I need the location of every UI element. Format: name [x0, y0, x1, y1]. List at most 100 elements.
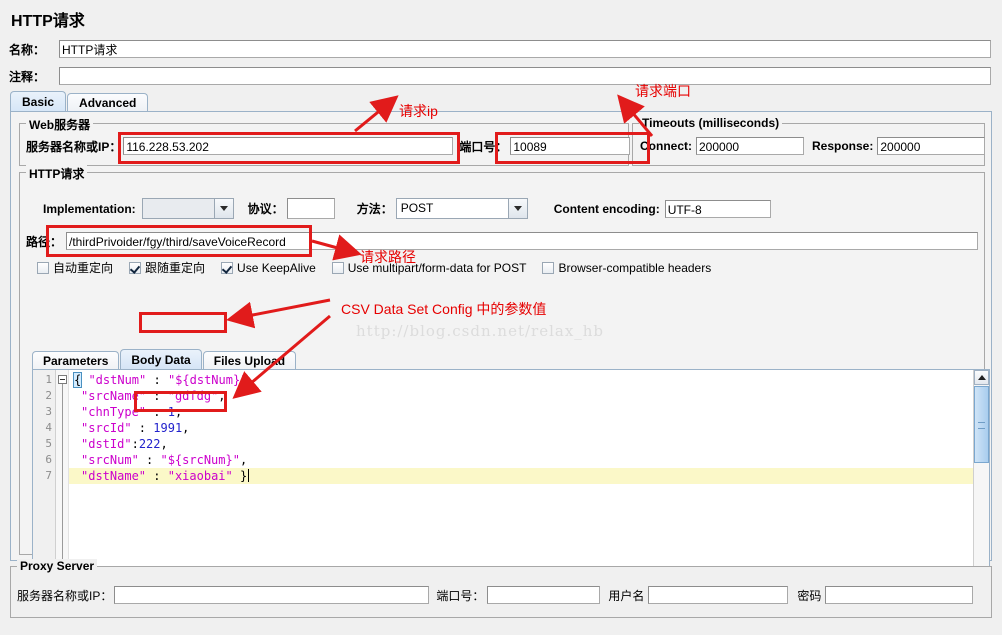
- tab-parameters[interactable]: Parameters: [32, 351, 120, 370]
- page-title: HTTP请求: [11, 13, 85, 30]
- basic-tab-panel: Web服务器 服务器名称或IP： 116.228.53.202 端口号： 100…: [10, 111, 992, 612]
- web-server-row: 服务器名称或IP： 116.228.53.202 端口号： 10089: [26, 137, 631, 155]
- checkbox-label: 自动重定向: [53, 261, 114, 275]
- chevron-down-icon: [213, 199, 233, 218]
- http-request-group-title: HTTP请求: [26, 165, 88, 182]
- code-token: "chnType": [81, 405, 147, 419]
- code-token: :: [131, 437, 139, 451]
- proxy-password-label: 密码: [797, 588, 822, 603]
- line-number: 3: [45, 405, 52, 418]
- proxy-password-input[interactable]: [825, 586, 974, 604]
- checkbox-auto-redirect[interactable]: 自动重定向: [37, 259, 113, 276]
- path-label: 路径：: [26, 234, 63, 249]
- editor-line: "chnType" : 1,: [69, 404, 989, 420]
- protocol-label: 协议：: [247, 202, 284, 216]
- proxy-port-input[interactable]: [487, 586, 601, 604]
- code-token: 1: [167, 405, 175, 419]
- name-input[interactable]: HTTP请求: [59, 40, 991, 58]
- response-timeout-input[interactable]: 200000: [877, 137, 986, 155]
- line-number: 4: [45, 421, 52, 434]
- request-options-row: 自动重定向 跟随重定向 Use KeepAlive Use multipart/…: [37, 259, 711, 276]
- proxy-server-group: Proxy Server 服务器名称或IP： 端口号： 用户名 密码: [10, 559, 992, 618]
- collapse-icon[interactable]: [58, 375, 67, 384]
- content-encoding-input[interactable]: UTF-8: [664, 199, 771, 218]
- line-number: 1: [45, 373, 52, 386]
- code-token: 222: [138, 437, 161, 451]
- path-input[interactable]: /thirdPrivoider/fgy/third/saveVoiceRecor…: [66, 232, 978, 250]
- code-token: "xiaobai": [167, 469, 233, 483]
- comment-input[interactable]: [59, 67, 991, 85]
- line-number: 5: [45, 437, 52, 450]
- protocol-input[interactable]: [286, 198, 335, 219]
- checkbox-box: [129, 261, 142, 274]
- code-token: "srcNum": [81, 453, 139, 467]
- checkbox-box: [331, 261, 344, 274]
- timeouts-group: Timeouts (milliseconds) Connect: 200000 …: [632, 116, 986, 166]
- implementation-dropdown[interactable]: [141, 198, 234, 219]
- editor-line: "srcId" : 1991,: [69, 420, 989, 436]
- checkbox-use-keepalive[interactable]: Use KeepAlive: [221, 261, 316, 275]
- code-token: ,: [160, 437, 168, 451]
- checkbox-label: 跟随重定向: [145, 261, 206, 275]
- editor-line: "dstName" : "xiaobai" }: [69, 468, 989, 484]
- method-label: 方法：: [356, 202, 393, 216]
- tab-body-data[interactable]: Body Data: [120, 349, 202, 370]
- jmeter-http-request-window: HTTP请求 名称： HTTP请求 注释： Basic Advanced Web…: [0, 0, 1002, 635]
- checkbox-follow-redirect[interactable]: 跟随重定向: [129, 259, 205, 276]
- text-cursor: [248, 469, 250, 482]
- code-token: }: [232, 469, 248, 483]
- line-number: 2: [45, 389, 52, 402]
- checkbox-box: [221, 261, 234, 274]
- code-token: ,: [218, 389, 226, 403]
- code-token: 1991: [153, 421, 183, 435]
- scroll-up-icon[interactable]: [974, 370, 989, 385]
- proxy-server-name-input[interactable]: [114, 586, 430, 604]
- line-number: 6: [45, 453, 52, 466]
- code-token: :: [146, 405, 168, 419]
- timeouts-group-title: Timeouts (milliseconds): [639, 116, 783, 130]
- tab-advanced[interactable]: Advanced: [67, 93, 149, 112]
- code-token: "dstId": [81, 437, 132, 451]
- proxy-username-input[interactable]: [648, 586, 789, 604]
- code-token: ,: [247, 373, 255, 387]
- method-dropdown[interactable]: POST: [395, 198, 528, 219]
- editor-line: { "dstNum" : "${dstNum}",: [69, 372, 989, 388]
- connect-timeout-input[interactable]: 200000: [696, 137, 804, 155]
- code-token: :: [131, 421, 154, 435]
- editor-line: "dstId":222,: [69, 436, 989, 452]
- server-name-input[interactable]: 116.228.53.202: [123, 137, 454, 155]
- checkbox-box: [542, 261, 555, 274]
- name-label: 名称：: [9, 42, 46, 57]
- path-row: 路径： /thirdPrivoider/fgy/third/saveVoiceR…: [26, 232, 978, 250]
- chevron-down-icon: [507, 199, 527, 218]
- tab-basic[interactable]: Basic: [10, 91, 67, 112]
- proxy-server-name-label: 服务器名称或IP：: [17, 588, 113, 603]
- code-token: "srcId": [81, 421, 132, 435]
- response-label: Response:: [812, 139, 874, 153]
- content-encoding-label: Content encoding:: [553, 201, 660, 216]
- code-token: ,: [239, 453, 248, 467]
- code-token: :: [146, 389, 168, 403]
- editor-line: "srcNum" : "${srcNum}",: [69, 452, 989, 468]
- tab-files-upload[interactable]: Files Upload: [202, 351, 297, 370]
- comment-row: 注释：: [9, 66, 993, 86]
- port-input[interactable]: 10089: [510, 137, 631, 155]
- code-token: "dstName": [81, 469, 147, 483]
- web-server-group-title: Web服务器: [26, 116, 94, 133]
- code-token: :: [146, 469, 168, 483]
- checkbox-label: Browser-compatible headers: [558, 260, 712, 275]
- checkbox-browser-compatible-headers[interactable]: Browser-compatible headers: [542, 261, 711, 275]
- timeouts-row: Connect: 200000 Response: 200000: [640, 137, 986, 155]
- proxy-port-label: 端口号：: [436, 588, 485, 603]
- proxy-server-group-title: Proxy Server: [17, 559, 98, 573]
- implementation-label: Implementation:: [43, 201, 136, 216]
- code-token: :: [146, 373, 168, 387]
- http-request-group: HTTP请求 Implementation: 协议： 方法： POST Cont…: [19, 165, 990, 612]
- line-number: 7: [45, 469, 52, 482]
- checkbox-box: [37, 261, 49, 274]
- code-token: :: [138, 453, 161, 467]
- proxy-username-label: 用户名: [608, 588, 645, 603]
- request-config-row: Implementation: 协议： 方法： POST Content enc…: [43, 198, 771, 219]
- scrollbar-thumb[interactable]: [974, 386, 989, 463]
- checkbox-use-multipart[interactable]: Use multipart/form-data for POST: [331, 261, 526, 275]
